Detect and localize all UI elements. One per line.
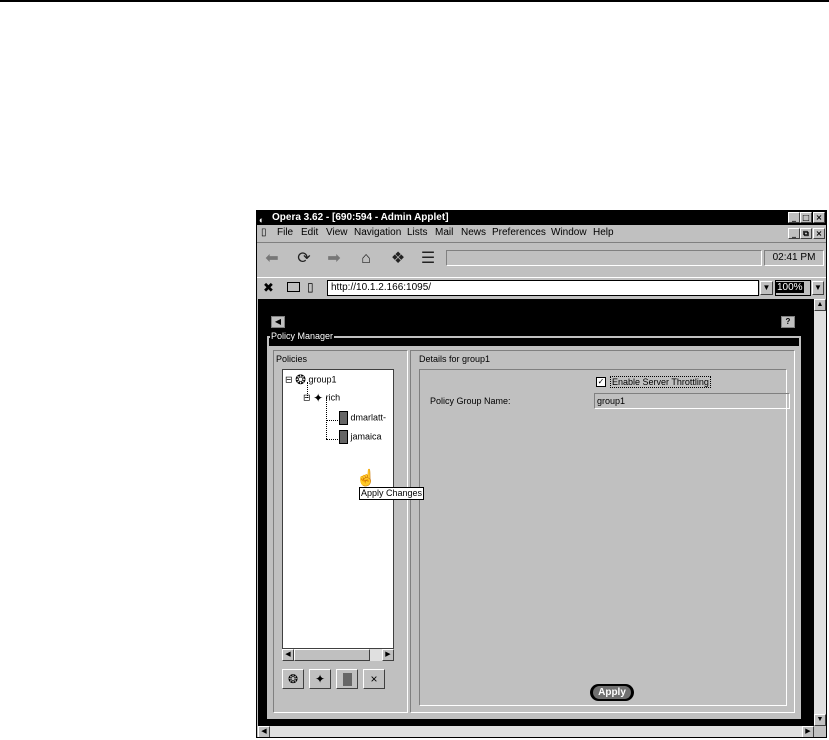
scroll-right-icon[interactable]: ▶	[382, 649, 394, 661]
collapse-toggle-icon[interactable]: ⊟	[285, 374, 293, 384]
maximize-button[interactable]: □	[800, 212, 812, 223]
group-name-field[interactable]: group1	[594, 393, 790, 409]
checkmark-icon: ✓	[597, 377, 605, 386]
page-icon[interactable]: ▯	[307, 280, 314, 294]
url-input[interactable]: http://10.1.2.166:1095/	[327, 280, 759, 296]
menu-navigation[interactable]: Navigation	[354, 227, 401, 238]
applet-back-icon[interactable]: ◀	[271, 316, 285, 328]
zoom-select[interactable]: 100%	[775, 280, 811, 296]
add-group-icon: ❂	[287, 672, 299, 686]
clock: 02:41 PM	[764, 250, 824, 266]
tree-hscrollbar[interactable]: ◀ ▶	[282, 649, 394, 661]
hand-cursor-icon: ☝	[356, 470, 376, 487]
details-body: ✓ Enable Server Throttling Policy Group …	[419, 369, 790, 706]
scroll-thumb[interactable]	[294, 649, 370, 661]
policies-label: Policies	[276, 354, 308, 364]
home-icon[interactable]: ⌂	[355, 249, 377, 269]
collapse-toggle-icon[interactable]: ⊟	[303, 392, 311, 402]
scroll-right-icon[interactable]: ▶	[802, 726, 814, 737]
forward-icon[interactable]: ➡	[323, 249, 345, 269]
tree-node-dmarlatt[interactable]: dmarlatt-	[339, 411, 386, 425]
document-icon[interactable]: ▯	[261, 227, 267, 238]
user-icon: ✦	[313, 391, 324, 405]
menu-help[interactable]: Help	[593, 227, 614, 238]
details-pane: Details for group1 ✓ Enable Server Throt…	[410, 350, 795, 713]
delete-button[interactable]: ×	[363, 669, 385, 689]
close-button[interactable]: ×	[813, 212, 825, 223]
menu-view[interactable]: View	[326, 227, 348, 238]
details-label: Details for group1	[419, 354, 491, 364]
title-bar: ◐ Opera 3.62 - [690:594 - Admin Applet] …	[257, 211, 826, 225]
throttling-checkbox[interactable]: ✓	[596, 377, 606, 387]
window-icon[interactable]	[287, 282, 300, 292]
group-icon: ❂	[295, 372, 306, 387]
page-vscrollbar[interactable]: ▲ ▼	[814, 299, 826, 726]
reload-icon[interactable]: ⟳	[293, 249, 315, 269]
policy-manager-title: Policy Manager	[270, 331, 335, 341]
tree-connector	[326, 420, 338, 421]
tree-connector	[326, 439, 338, 440]
address-row: ✖ ▯ http://10.1.2.166:1095/ ▼ 100% ▼	[257, 278, 826, 298]
policies-pane: Policies ⊟ ❂ group1 ⊟ ✦ rich dmarlatt- j…	[273, 350, 408, 713]
tree-node-label: group1	[308, 374, 337, 385]
policy-tree[interactable]: ⊟ ❂ group1 ⊟ ✦ rich dmarlatt- jamaica	[282, 369, 394, 649]
apply-button[interactable]: Apply	[590, 684, 634, 701]
policy-manager-body: Policies ⊟ ❂ group1 ⊟ ✦ rich dmarlatt- j…	[269, 346, 799, 717]
apply-button-label: Apply	[593, 686, 631, 699]
scroll-left-icon[interactable]: ◀	[258, 726, 270, 737]
menu-mail[interactable]: Mail	[435, 227, 453, 238]
print-icon[interactable]: ☰	[417, 249, 439, 269]
page-hscrollbar[interactable]: ◀ ▶	[258, 726, 814, 737]
back-icon[interactable]: ⬅	[261, 249, 283, 269]
delete-icon: ×	[370, 672, 378, 686]
menu-edit[interactable]: Edit	[301, 227, 318, 238]
menu-bar: ▯ File Edit View Navigation Lists Mail N…	[257, 225, 826, 241]
add-group-button[interactable]: ❂	[282, 669, 304, 689]
scroll-up-icon[interactable]: ▲	[814, 299, 826, 311]
hotlist-icon[interactable]: ❖	[387, 249, 409, 269]
menu-lists[interactable]: Lists	[407, 227, 428, 238]
server-icon	[339, 411, 348, 425]
scroll-down-icon[interactable]: ▼	[814, 714, 826, 726]
scroll-left-icon[interactable]: ◀	[282, 649, 294, 661]
throttling-label[interactable]: Enable Server Throttling	[610, 376, 711, 388]
add-server-icon	[342, 673, 352, 687]
tree-node-rich[interactable]: ⊟ ✦ rich	[303, 391, 340, 405]
tree-node-jamaica[interactable]: jamaica	[339, 430, 382, 444]
apply-tooltip: Apply Changes	[359, 487, 425, 500]
page-top-rule	[0, 0, 829, 2]
server-icon	[339, 430, 348, 444]
add-server-button[interactable]	[336, 669, 358, 689]
zoom-dropdown-icon[interactable]: ▼	[812, 281, 824, 295]
doc-restore-button[interactable]: ⧉	[800, 228, 812, 239]
group-name-label: Policy Group Name:	[430, 396, 511, 406]
tree-node-label: dmarlatt-	[350, 412, 387, 423]
doc-minimize-button[interactable]: _	[788, 228, 800, 239]
menu-window[interactable]: Window	[551, 227, 587, 238]
tree-node-group1[interactable]: ⊟ ❂ group1	[285, 372, 337, 388]
add-user-button[interactable]: ✦	[309, 669, 331, 689]
minimize-button[interactable]: _	[788, 212, 800, 223]
tree-node-label: rich	[325, 392, 341, 403]
applet-area: ◀ ? Policy Manager Policies ⊟ ❂ group1 ⊟…	[258, 299, 814, 726]
menu-file[interactable]: File	[277, 227, 293, 238]
menu-news[interactable]: News	[461, 227, 486, 238]
browser-window: ◐ Opera 3.62 - [690:594 - Admin Applet] …	[256, 210, 827, 738]
help-icon[interactable]: ?	[781, 316, 795, 328]
doc-close-button[interactable]: ×	[813, 228, 825, 239]
menu-preferences[interactable]: Preferences	[492, 227, 546, 238]
stop-icon[interactable]: ✖	[263, 280, 274, 296]
add-user-icon: ✦	[314, 672, 326, 686]
progress-bar	[446, 250, 762, 266]
tree-node-label: jamaica	[350, 431, 382, 442]
window-title: Opera 3.62 - [690:594 - Admin Applet]	[272, 212, 449, 223]
zoom-value: 100%	[776, 282, 804, 293]
url-dropdown-icon[interactable]: ▼	[760, 281, 773, 295]
